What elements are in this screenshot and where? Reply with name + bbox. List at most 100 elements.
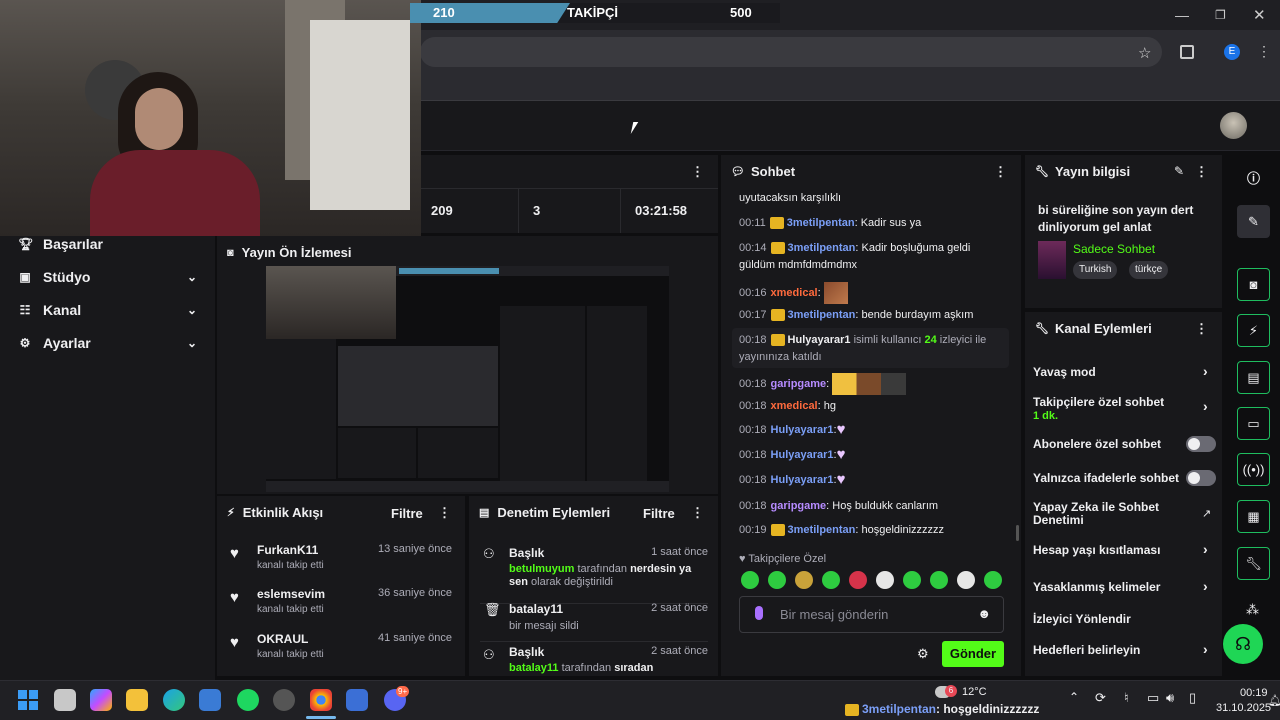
nav-item-settings[interactable]: ⚙ Ayarlar ⌄ (0, 326, 215, 359)
chat-rail-button[interactable]: ▭ (1237, 407, 1270, 440)
tools-rail-button[interactable]: 🔧︎ (1237, 547, 1270, 580)
minimize-icon[interactable]: — (1175, 7, 1189, 23)
obs-icon[interactable] (273, 689, 295, 711)
emote-only-toggle[interactable] (1186, 470, 1216, 486)
store-icon[interactable] (199, 689, 221, 711)
raid-icon (770, 334, 785, 347)
spotify-icon[interactable] (237, 689, 259, 711)
mic-tray-icon[interactable]: ♮ (1124, 690, 1129, 706)
volume-icon[interactable]: 🔊︎ (1166, 690, 1174, 706)
stats-panel: ⋮ 209 3 03:21:58 (421, 155, 718, 233)
emote-icon[interactable] (903, 571, 921, 589)
chat-input[interactable]: Bir mesaj gönderin ☻ (739, 596, 1004, 633)
crown-badge-icon (845, 703, 859, 716)
lightning-icon: ⚡︎ (1248, 322, 1259, 338)
emote-icon[interactable] (984, 571, 1002, 589)
external-link-icon[interactable]: ↗ (1202, 507, 1211, 520)
activity-rail-button[interactable]: ⚡︎ (1237, 314, 1270, 347)
copilot-icon[interactable] (90, 689, 112, 711)
share-icon[interactable]: ⁂ (1246, 602, 1259, 618)
moderation-rail-button[interactable]: ▤ (1237, 361, 1270, 394)
file-explorer-icon[interactable] (126, 689, 148, 711)
follower-target: 500 (730, 5, 752, 20)
tag-chip[interactable]: Turkish (1073, 261, 1118, 279)
preview-rail-button[interactable]: ◙ (1237, 268, 1270, 301)
chat-scrollbar[interactable] (1016, 525, 1019, 541)
emote-icon[interactable] (795, 571, 813, 589)
address-field[interactable] (420, 37, 1162, 67)
action-set-goals[interactable]: Hedefleri belirleyin › (1033, 641, 1213, 657)
chat-message: uyutacaksın karşılıklı (739, 192, 842, 204)
taskview-icon[interactable] (54, 689, 76, 711)
nav-item-studio[interactable]: ▣ Stüdyo ⌄ (0, 260, 215, 293)
emote-image (832, 373, 907, 395)
category-thumbnail[interactable] (1038, 241, 1066, 279)
chat-settings-icon[interactable]: ⚙ (917, 646, 929, 662)
action-ai-moderation[interactable]: Yapay Zeka ile Sohbet Denetimi (1033, 501, 1193, 527)
action-redirect-viewers[interactable]: İzleyici Yönlendir (1033, 612, 1213, 626)
action-banned-words[interactable]: Yasaklanmış kelimeler › (1033, 578, 1213, 594)
tray-chevron-icon[interactable]: ⌃ (1069, 690, 1079, 704)
chat-message: 00:14 3metilpentan: Kadir boşluğuma geldi… (739, 242, 971, 271)
subscribers-only-toggle[interactable] (1186, 436, 1216, 452)
close-icon[interactable]: ✕ (1253, 6, 1266, 24)
edge-icon[interactable] (163, 689, 185, 711)
more-options-icon[interactable]: ⋮ (691, 164, 704, 180)
notification-icon[interactable]: 🔔︎ (1268, 694, 1280, 707)
chat-message: 00:18 Hulyayarar1:♥ (739, 422, 1009, 439)
action-slow-mode[interactable]: Yavaş mod › (1033, 363, 1213, 379)
more-options-icon[interactable]: ⋮ (1195, 321, 1208, 337)
profile-icon[interactable]: E (1224, 44, 1240, 60)
browser-menu-icon[interactable]: ⋮ (1257, 43, 1271, 60)
stream-preview-panel: ◙ Yayın Ön İzlemesi (217, 236, 718, 494)
action-account-age[interactable]: Hesap yaşı kısıtlaması › (1033, 541, 1213, 557)
emote-icon[interactable] (822, 571, 840, 589)
emote-icon[interactable] (957, 571, 975, 589)
emote-icon[interactable] (876, 571, 894, 589)
emote-icon[interactable] (768, 571, 786, 589)
bookmark-star-icon[interactable]: ☆ (1138, 44, 1151, 62)
more-options-icon[interactable]: ⋮ (1195, 164, 1208, 180)
app-icon[interactable] (346, 689, 368, 711)
broadcast-rail-button[interactable]: ((•)) (1237, 453, 1270, 486)
chrome-icon[interactable] (310, 689, 332, 711)
user-avatar[interactable] (1220, 112, 1247, 139)
sync-icon[interactable]: ⟳ (1095, 690, 1106, 706)
extensions-icon[interactable] (1180, 45, 1194, 59)
pencil-icon[interactable]: ✎ (1174, 164, 1184, 178)
moderation-entry: ⚇ Başlık 1 saat önce betulmuyum tarafınd… (483, 546, 708, 588)
more-options-icon[interactable]: ⋮ (438, 505, 451, 521)
emote-icon[interactable] (849, 571, 867, 589)
nav-item-channel[interactable]: ☷ Kanal ⌄ (0, 293, 215, 326)
chat-message: 00:18 garipgame: (739, 373, 1009, 395)
battery-icon[interactable]: ▯ (1189, 690, 1196, 706)
nav-item-label: Ayarlar (43, 334, 91, 351)
network-icon[interactable]: ▭ (1147, 690, 1159, 706)
emote-icon[interactable] (930, 571, 948, 589)
microphone-icon[interactable] (755, 606, 763, 620)
wrench-icon: 🔧︎ (1245, 555, 1262, 571)
preview-video[interactable] (266, 266, 669, 492)
more-options-icon[interactable]: ⋮ (994, 164, 1007, 180)
activity-header: ⚡︎ Etkinlik Akışı (217, 496, 465, 529)
maximize-icon[interactable]: ❐ (1215, 8, 1226, 22)
category-name[interactable]: Sadece Sohbet (1073, 242, 1155, 256)
trophy-icon: 🏆︎ (18, 236, 34, 251)
clock-time[interactable]: 00:19 (1240, 687, 1268, 699)
support-button[interactable]: ☊ (1223, 624, 1263, 664)
action-followers-only[interactable]: Takipçilere özel sohbet 1 dk. › (1033, 395, 1213, 422)
emoji-icon[interactable]: ☻ (977, 606, 991, 621)
clock-date[interactable]: 31.10.2025 (1216, 702, 1271, 714)
tag-chip[interactable]: türkçe (1129, 261, 1169, 279)
edit-rail-button[interactable]: ✎ (1237, 205, 1270, 238)
stats-rail-button[interactable]: ▦ (1237, 500, 1270, 533)
info-icon[interactable]: ⓘ (1247, 168, 1260, 187)
emote-icon[interactable] (741, 571, 759, 589)
send-button[interactable]: Gönder (942, 641, 1004, 667)
start-icon[interactable] (18, 690, 38, 710)
heart-icon: ♥ (230, 545, 239, 562)
moderation-filter-button[interactable]: Filtre (643, 506, 675, 521)
chat-header: 💬︎ Sohbet (721, 155, 1021, 188)
more-options-icon[interactable]: ⋮ (691, 505, 704, 521)
activity-filter-button[interactable]: Filtre (391, 506, 423, 521)
